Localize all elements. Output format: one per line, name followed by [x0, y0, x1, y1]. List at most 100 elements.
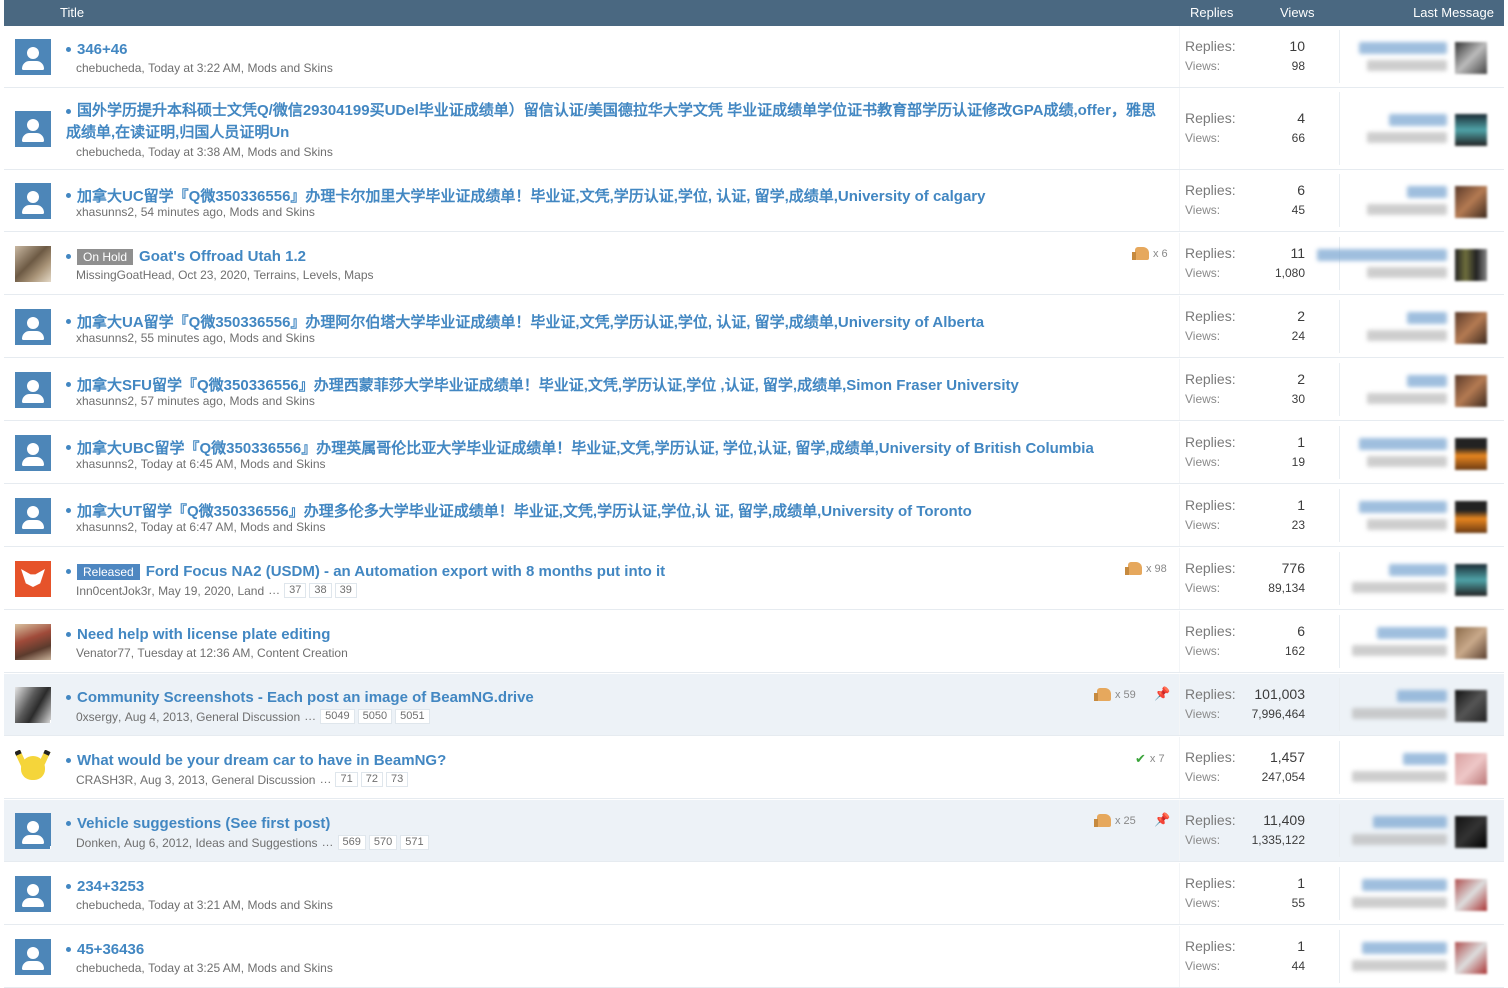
last-message[interactable]: [1344, 310, 1499, 346]
thread-title-link[interactable]: 加拿大UC留学『Q微350336556』办理卡尔加里大学毕业证成绩单！毕业证,文…: [77, 185, 986, 206]
thread-forum[interactable]: Mods and Skins: [240, 520, 325, 534]
thread-title-link[interactable]: Goat's Offroad Utah 1.2: [139, 248, 306, 265]
last-poster-avatar[interactable]: [1455, 501, 1487, 533]
column-last-message[interactable]: Last Message: [1413, 5, 1494, 20]
thread-date[interactable]: 54 minutes ago: [141, 205, 223, 219]
last-poster-avatar[interactable]: [1455, 249, 1487, 281]
page-link[interactable]: 39: [334, 583, 357, 598]
thread-author[interactable]: CRASH3R: [76, 773, 133, 787]
last-message[interactable]: [1344, 877, 1499, 913]
thread-title-link[interactable]: 加拿大UA留学『Q微350336556』办理阿尔伯塔大学毕业证成绩单！毕业证,文…: [77, 311, 984, 332]
last-poster-avatar[interactable]: [1455, 627, 1487, 659]
thread-date[interactable]: 57 minutes ago: [141, 394, 223, 408]
thread-author[interactable]: chebucheda: [76, 961, 141, 975]
thread-forum[interactable]: Mods and Skins: [229, 205, 314, 219]
thread-date[interactable]: Aug 3, 2013: [140, 773, 205, 787]
thread-forum[interactable]: Mods and Skins: [229, 331, 314, 345]
column-replies[interactable]: Replies: [1190, 5, 1233, 20]
thread-title-link[interactable]: 加拿大SFU留学『Q微350336556』办理西蒙菲莎大学毕业证成绩单！毕业证,…: [77, 374, 1019, 395]
last-poster-avatar[interactable]: [1455, 42, 1487, 74]
prefix-badge[interactable]: Released: [77, 563, 140, 580]
last-message[interactable]: [1344, 40, 1499, 76]
last-poster-avatar[interactable]: [1455, 114, 1487, 146]
page-link[interactable]: 72: [360, 772, 383, 787]
last-poster-avatar[interactable]: [1455, 690, 1487, 722]
thread-author[interactable]: Inn0centJok3r: [76, 584, 151, 598]
last-poster-avatar[interactable]: [1455, 942, 1487, 974]
avatar[interactable]: [15, 183, 51, 219]
thread-forum[interactable]: Mods and Skins: [247, 898, 332, 912]
page-link[interactable]: 5051: [395, 709, 430, 724]
last-message[interactable]: [1344, 112, 1499, 148]
thread-author[interactable]: Donken: [76, 836, 117, 850]
thread-author[interactable]: xhasunns2: [76, 394, 134, 408]
avatar[interactable]: [15, 39, 51, 75]
thread-date[interactable]: Aug 6, 2012: [124, 836, 189, 850]
thread-title-link[interactable]: 45+36436: [77, 941, 144, 958]
page-link[interactable]: 38: [309, 583, 332, 598]
thread-title-link[interactable]: 加拿大UBC留学『Q微350336556』办理英属哥伦比亚大学毕业证成绩单！毕业…: [77, 437, 1094, 458]
last-message[interactable]: [1344, 751, 1499, 787]
last-message[interactable]: [1317, 247, 1499, 283]
thread-author[interactable]: chebucheda: [76, 898, 141, 912]
thread-forum[interactable]: General Discussion: [196, 710, 300, 724]
avatar[interactable]: [15, 498, 51, 534]
thread-author[interactable]: xhasunns2: [76, 331, 134, 345]
thread-forum[interactable]: Mods and Skins: [247, 145, 332, 159]
thread-author[interactable]: xhasunns2: [76, 205, 134, 219]
thread-date[interactable]: May 19, 2020: [158, 584, 231, 598]
thread-date[interactable]: Today at 6:45 AM: [141, 457, 234, 471]
thread-title-link[interactable]: 346+46: [77, 41, 127, 58]
thread-author[interactable]: chebucheda: [76, 145, 141, 159]
page-link[interactable]: 73: [385, 772, 409, 787]
thread-author[interactable]: xhasunns2: [76, 457, 134, 471]
last-poster-avatar[interactable]: [1455, 375, 1487, 407]
last-message[interactable]: [1344, 562, 1499, 598]
thread-title-link[interactable]: Vehicle suggestions (See first post): [77, 815, 330, 832]
thread-forum[interactable]: Terrains, Levels, Maps: [253, 268, 373, 282]
avatar[interactable]: [15, 876, 51, 912]
thread-date[interactable]: Today at 3:25 AM: [148, 961, 241, 975]
page-link[interactable]: 569: [337, 835, 366, 850]
thread-author[interactable]: Venator77: [76, 646, 131, 660]
thread-date[interactable]: Today at 3:38 AM: [148, 145, 241, 159]
last-poster-avatar[interactable]: [1455, 753, 1487, 785]
thread-title-link[interactable]: Ford Focus NA2 (USDM) - an Automation ex…: [146, 563, 665, 580]
thread-title-link[interactable]: 234+3253: [77, 878, 144, 895]
page-link[interactable]: 571: [400, 835, 429, 850]
thread-author[interactable]: MissingGoatHead: [76, 268, 171, 282]
page-link[interactable]: 71: [335, 772, 358, 787]
thread-date[interactable]: Tuesday at 12:36 AM: [137, 646, 250, 660]
thread-author[interactable]: 0xsergy: [76, 710, 118, 724]
page-link[interactable]: 37: [284, 583, 307, 598]
last-message[interactable]: [1344, 814, 1499, 850]
last-poster-avatar[interactable]: [1455, 816, 1487, 848]
thread-forum[interactable]: General Discussion: [211, 773, 315, 787]
avatar[interactable]: [15, 309, 51, 345]
page-link[interactable]: 570: [368, 835, 398, 850]
avatar[interactable]: [15, 435, 51, 471]
page-link[interactable]: 5050: [357, 709, 393, 724]
avatar[interactable]: [15, 561, 51, 597]
avatar[interactable]: [15, 813, 51, 849]
thread-forum[interactable]: Land: [237, 584, 264, 598]
thread-author[interactable]: chebucheda: [76, 61, 141, 75]
thread-title-link[interactable]: 加拿大UT留学『Q微350336556』办理多伦多大学毕业证成绩单！毕业证,文凭…: [77, 500, 972, 521]
thread-title-link[interactable]: Community Screenshots - Each post an ima…: [77, 689, 534, 706]
last-message[interactable]: [1344, 373, 1499, 409]
column-title[interactable]: Title: [60, 5, 84, 20]
thread-forum[interactable]: Mods and Skins: [247, 61, 332, 75]
last-message[interactable]: [1344, 625, 1499, 661]
last-message[interactable]: [1344, 184, 1499, 220]
last-message[interactable]: [1344, 940, 1499, 976]
thread-title-link[interactable]: 国外学历提升本科硕士文凭Q/微信29304199买UDel毕业证成绩单）留信认证…: [66, 102, 1156, 141]
thread-title-link[interactable]: What would be your dream car to have in …: [77, 752, 446, 769]
thread-author[interactable]: xhasunns2: [76, 520, 134, 534]
last-poster-avatar[interactable]: [1455, 312, 1487, 344]
column-views[interactable]: Views: [1280, 5, 1314, 20]
thread-date[interactable]: Oct 23, 2020: [178, 268, 247, 282]
last-message[interactable]: [1344, 499, 1499, 535]
thread-date[interactable]: 55 minutes ago: [141, 331, 223, 345]
thread-date[interactable]: Today at 6:47 AM: [141, 520, 234, 534]
avatar[interactable]: [15, 939, 51, 975]
